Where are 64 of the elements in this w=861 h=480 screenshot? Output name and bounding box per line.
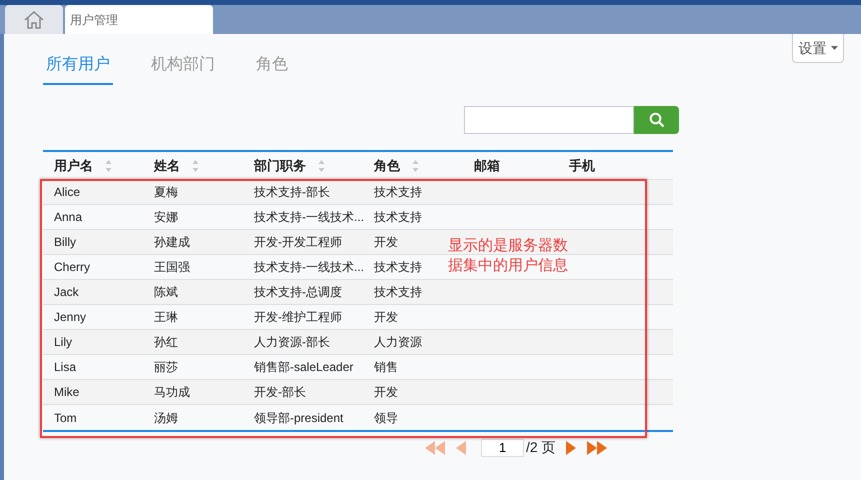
- column-header: 部门职务: [254, 156, 306, 175]
- table-cell: 开发: [374, 235, 398, 249]
- table-cell: Lisa: [54, 360, 76, 374]
- table-cell: 技术支持: [374, 210, 422, 224]
- table-cell: 孙建成: [154, 235, 190, 249]
- column-header: 角色: [374, 156, 400, 175]
- table-cell: 孙红: [154, 335, 178, 349]
- table-cell: 开发-部长: [254, 385, 306, 399]
- page-field[interactable]: 1: [481, 438, 524, 456]
- table-cell: 技术支持-一线技术...: [254, 210, 364, 224]
- table-cell: 技术支持-部长: [254, 185, 330, 199]
- sort-icon[interactable]: [105, 158, 112, 172]
- table-cell: 技术支持: [374, 185, 422, 199]
- table-cell: 人力资源: [374, 335, 422, 349]
- last-page-icon[interactable]: [586, 440, 608, 454]
- caret-icon: [830, 46, 838, 50]
- table-cell: 销售部-saleLeader: [254, 360, 354, 374]
- table-cell: 开发: [374, 385, 398, 399]
- search-icon: [648, 112, 664, 128]
- page-tab[interactable]: 用户管理: [65, 5, 213, 34]
- table-cell: Jenny: [54, 310, 86, 324]
- table-cell: 安娜: [154, 210, 178, 224]
- table-cell: 领导: [374, 410, 398, 424]
- table-cell: 技术支持-一线技术...: [254, 260, 364, 274]
- column-header: 邮箱: [474, 156, 500, 175]
- table-cell: 王国强: [154, 260, 190, 274]
- page-total: /2 页: [526, 438, 556, 457]
- settings-button[interactable]: 设置: [792, 34, 844, 63]
- table-cell: 销售: [374, 360, 398, 374]
- table-cell: 开发: [374, 310, 398, 324]
- tab[interactable]: 所有用户: [43, 53, 113, 85]
- home-tab[interactable]: [5, 5, 63, 34]
- table-cell: 丽莎: [154, 360, 178, 374]
- search-button[interactable]: [634, 106, 679, 134]
- table-cell: 陈斌: [154, 285, 178, 299]
- annotation-text: 显示的是服务器数 据集中的用户信息: [448, 236, 568, 276]
- table-cell: 马功成: [154, 385, 190, 399]
- table-cell: 汤姆: [154, 410, 178, 424]
- column-header: 手机: [569, 156, 595, 175]
- table-cell: Cherry: [54, 260, 90, 274]
- table-cell: Alice: [54, 185, 80, 199]
- table-cell: 人力资源-部长: [254, 335, 330, 349]
- search-field[interactable]: [464, 106, 634, 134]
- table-cell: Lily: [54, 335, 72, 349]
- table-cell: 开发-开发工程师: [254, 235, 342, 249]
- table-cell: Billy: [54, 235, 76, 249]
- table-cell: 领导部-president: [254, 410, 344, 424]
- table-cell: 技术支持: [374, 285, 422, 299]
- next-page-icon[interactable]: [566, 440, 577, 454]
- column-header: 用户名: [54, 156, 93, 175]
- table-cell: Mike: [54, 385, 80, 399]
- column-header: 姓名: [154, 156, 180, 175]
- table-cell: 夏梅: [154, 185, 178, 199]
- table-cell: 技术支持: [374, 260, 422, 274]
- sort-icon[interactable]: [412, 158, 419, 172]
- sort-icon[interactable]: [192, 158, 199, 172]
- table-cell: Anna: [54, 210, 82, 224]
- home-icon: [23, 10, 45, 28]
- table-cell: 开发-维护工程师: [254, 310, 342, 324]
- table-cell: Jack: [54, 285, 79, 299]
- table-cell: 王琳: [154, 310, 178, 324]
- table-cell: Tom: [54, 410, 77, 424]
- sort-icon[interactable]: [318, 158, 325, 172]
- table-cell: 技术支持-总调度: [254, 285, 342, 299]
